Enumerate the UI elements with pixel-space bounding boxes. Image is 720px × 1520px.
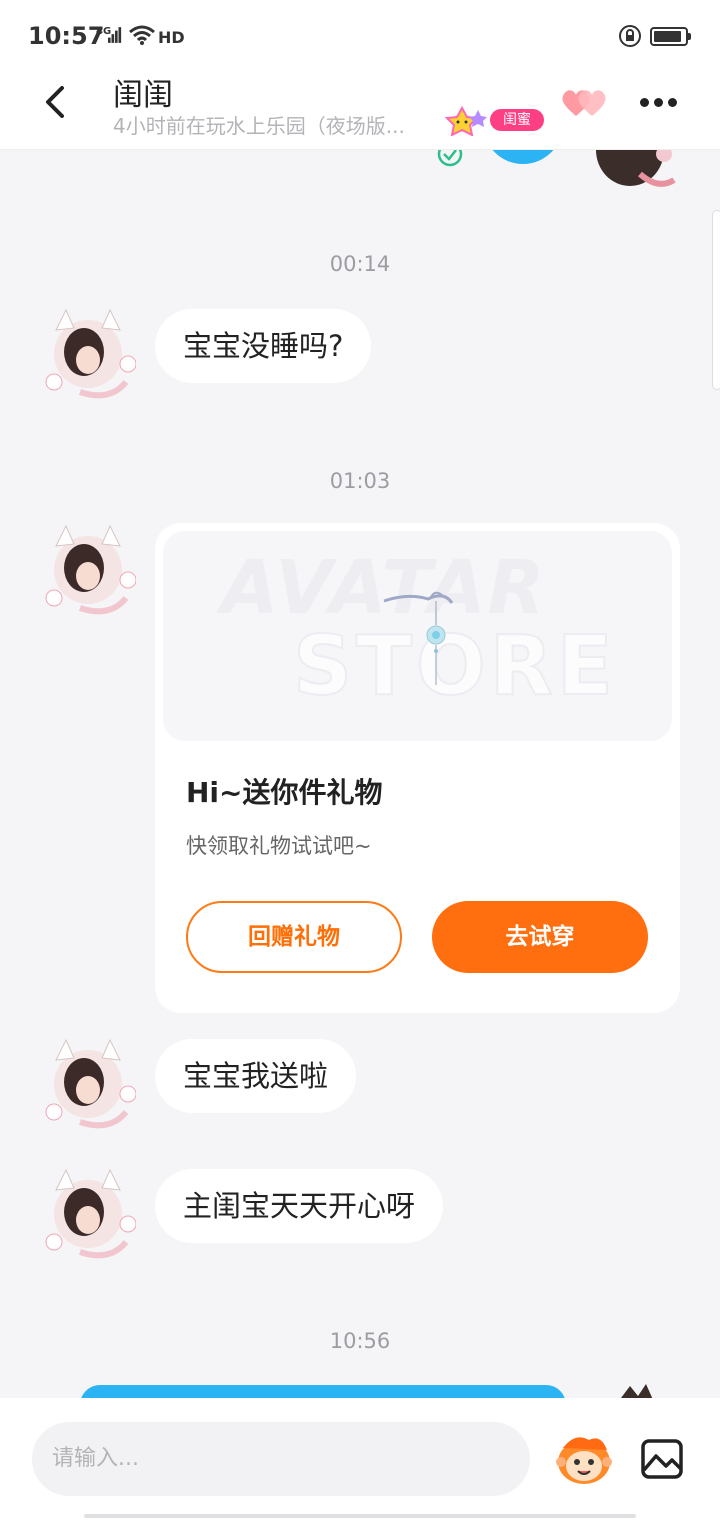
timestamp: 01:03 <box>329 469 391 493</box>
signal-icon <box>108 27 122 43</box>
scroll-indicator[interactable] <box>712 210 720 390</box>
gift-item-icon <box>383 591 454 685</box>
rotation-lock-icon <box>619 25 641 47</box>
message-bubble[interactable]: 宝宝没睡吗? <box>155 309 372 383</box>
self-avatar-partial <box>621 1384 653 1398</box>
hearts-icon[interactable] <box>560 86 610 120</box>
gift-preview-image: AVATAR STORE <box>163 531 672 741</box>
emoji-icon[interactable] <box>553 1432 615 1486</box>
back-icon[interactable] <box>34 82 78 126</box>
battery-icon <box>650 27 688 46</box>
contact-name: 闺闺 <box>113 78 173 113</box>
hd-label: HD <box>158 28 185 47</box>
contact-avatar[interactable] <box>40 1036 136 1132</box>
input-bar: 请输入... <box>0 1398 720 1520</box>
image-icon[interactable] <box>640 1438 684 1480</box>
timestamp: 00:14 <box>329 252 391 276</box>
message-bubble[interactable]: 宝宝我送啦 <box>155 1039 357 1113</box>
timestamp: 10:56 <box>329 1329 391 1353</box>
try-on-button[interactable]: 去试穿 <box>432 901 648 973</box>
read-check-icon <box>437 150 463 167</box>
outgoing-bubble-partial <box>80 1385 566 1398</box>
gift-title: Hi~送你件礼物 <box>186 776 383 809</box>
home-indicator <box>84 1514 636 1518</box>
gift-description: 快领取礼物试试吧~ <box>186 834 372 858</box>
more-options-icon[interactable] <box>640 92 684 116</box>
chat-header: 闺闺 4小时前在玩水上乐园（夜场版... 闺蜜 <box>0 72 720 150</box>
message-list[interactable]: 00:14 宝宝没睡吗? 01:03 AVATAR STORE Hi~送你件礼物… <box>0 150 720 1398</box>
message-input[interactable]: 请输入... <box>32 1422 530 1496</box>
battery-tip <box>688 33 691 40</box>
wifi-icon <box>129 25 155 45</box>
contact-avatar[interactable] <box>40 1166 136 1262</box>
contact-avatar[interactable] <box>40 306 136 402</box>
return-gift-button[interactable]: 回赠礼物 <box>186 901 402 973</box>
self-avatar-partial <box>596 150 676 187</box>
contact-avatar[interactable] <box>40 522 136 618</box>
outgoing-bubble-partial <box>483 150 563 164</box>
status-time: 10:57 <box>28 22 105 50</box>
relationship-badge: 闺蜜 <box>490 109 544 131</box>
status-bar: 10:57 4G HD <box>0 0 720 72</box>
gift-card[interactable]: AVATAR STORE Hi~送你件礼物 快领取礼物试试吧~ 回赠礼物 去试穿 <box>155 523 680 1013</box>
contact-status: 4小时前在玩水上乐园（夜场版... <box>113 114 405 138</box>
message-bubble[interactable]: 主闺宝天天开心呀 <box>155 1169 444 1243</box>
